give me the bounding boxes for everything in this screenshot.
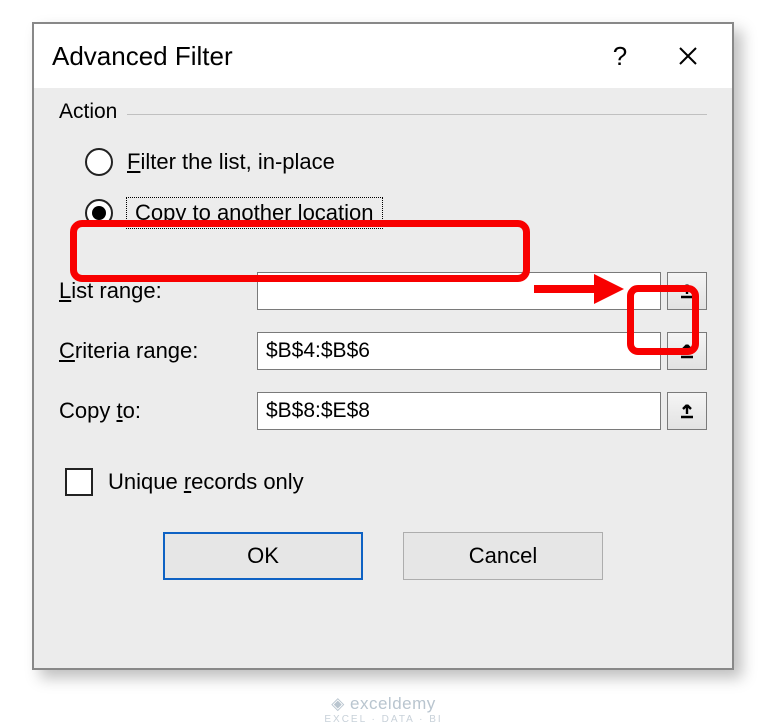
radio-filter-in-place-label: Filter the list, in-place <box>127 149 335 175</box>
close-button[interactable] <box>654 24 722 88</box>
copy-to-picker-button[interactable] <box>667 392 707 430</box>
unique-records-checkbox[interactable] <box>65 468 93 496</box>
criteria-range-row: Criteria range: <box>59 332 707 370</box>
radio-filter-in-place[interactable]: Filter the list, in-place <box>59 142 707 182</box>
unique-records-label: Unique records only <box>108 469 304 495</box>
radio-copy-to-location-label: Copy to another location <box>127 198 382 228</box>
criteria-range-input[interactable] <box>257 332 661 370</box>
list-range-label: List range: <box>59 278 257 304</box>
list-range-picker-button[interactable] <box>667 272 707 310</box>
dialog-title: Advanced Filter <box>52 41 586 72</box>
radio-icon <box>85 199 113 227</box>
action-group-header: Action <box>59 100 707 128</box>
criteria-range-label: Criteria range: <box>59 338 257 364</box>
radio-copy-to-location[interactable]: Copy to another location <box>59 192 707 234</box>
copy-to-input[interactable] <box>257 392 661 430</box>
dialog-button-row: OK Cancel <box>59 532 707 580</box>
titlebar: Advanced Filter ? <box>34 24 732 88</box>
close-icon <box>677 45 699 67</box>
ok-button[interactable]: OK <box>163 532 363 580</box>
list-range-row: List range: <box>59 272 707 310</box>
radio-icon <box>85 148 113 176</box>
watermark: ◈ exceldemy EXCEL · DATA · BI <box>0 694 767 725</box>
collapse-dialog-icon <box>678 282 696 300</box>
unique-records-row[interactable]: Unique records only <box>59 468 707 496</box>
collapse-dialog-icon <box>678 402 696 420</box>
collapse-dialog-icon <box>678 342 696 360</box>
copy-to-row: Copy to: <box>59 392 707 430</box>
dialog-content: Action Filter the list, in-place Copy to… <box>34 88 732 600</box>
cancel-button[interactable]: Cancel <box>403 532 603 580</box>
action-group-label: Action <box>59 100 127 124</box>
criteria-range-picker-button[interactable] <box>667 332 707 370</box>
list-range-input[interactable] <box>257 272 661 310</box>
help-button[interactable]: ? <box>586 24 654 88</box>
advanced-filter-dialog: Advanced Filter ? Action Filter the list… <box>32 22 734 670</box>
copy-to-label: Copy to: <box>59 398 257 424</box>
